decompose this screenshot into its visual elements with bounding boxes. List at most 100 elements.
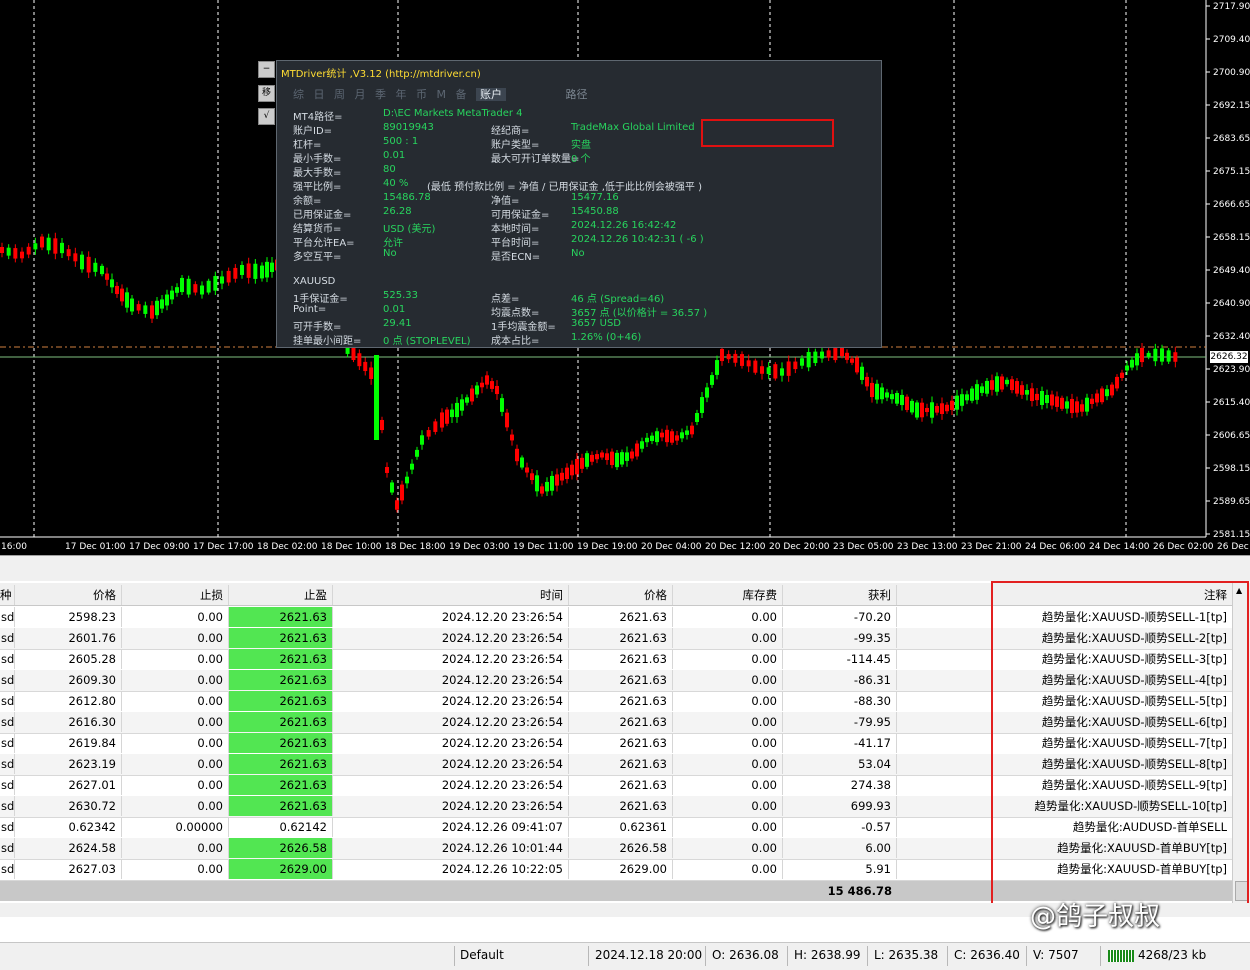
column-header[interactable]: 价格 bbox=[569, 585, 673, 605]
tab-year[interactable]: 年 bbox=[396, 88, 407, 101]
status-high: H: 2638.99 bbox=[794, 948, 861, 962]
candle-body bbox=[130, 298, 134, 312]
candle-body bbox=[490, 381, 494, 389]
table-cell: 2626.58 bbox=[229, 838, 333, 858]
table-cell: 2624.58 bbox=[15, 838, 122, 858]
info-v1-1: 89019943 bbox=[383, 122, 434, 133]
table-cell: 0.00 bbox=[673, 817, 783, 837]
tab-account[interactable]: 账户 bbox=[476, 88, 506, 101]
candle-body bbox=[374, 355, 379, 440]
candle-body bbox=[955, 395, 959, 410]
table-cell: sd bbox=[0, 733, 15, 753]
candle-body bbox=[40, 236, 44, 248]
time-tick-label: 17 Dec 01:00 bbox=[65, 542, 126, 552]
table-cell: sd bbox=[0, 775, 15, 795]
candle-body bbox=[433, 421, 438, 432]
candle-body bbox=[1055, 396, 1059, 407]
column-header[interactable]: 种 bbox=[0, 585, 15, 605]
candle-body bbox=[357, 353, 362, 367]
column-header[interactable]: 时间 bbox=[333, 585, 569, 605]
candle-body bbox=[1125, 365, 1129, 371]
candle-body bbox=[515, 448, 519, 462]
table-cell: sd bbox=[0, 859, 15, 879]
info-v1-16: 0 点 (STOPLEVEL) bbox=[383, 336, 471, 347]
candle-body bbox=[260, 265, 264, 279]
column-header[interactable]: 止损 bbox=[122, 585, 229, 605]
column-header[interactable]: 获利 bbox=[783, 585, 897, 605]
check-button[interactable]: √ bbox=[258, 108, 275, 125]
info-l1-10: 多空互平= bbox=[293, 252, 342, 263]
tab-quarter[interactable]: 季 bbox=[375, 88, 386, 101]
info-l1-7: 已用保证金= bbox=[293, 210, 352, 221]
table-cell: -88.30 bbox=[783, 691, 897, 711]
candle-body bbox=[450, 409, 454, 418]
table-cell: 2024.12.20 23:26:54 bbox=[333, 649, 569, 669]
tab-overview[interactable]: 综 bbox=[293, 88, 304, 101]
tab-path[interactable]: 路径 bbox=[566, 88, 588, 101]
tab-m[interactable]: M bbox=[437, 88, 447, 101]
column-header[interactable]: 价格 bbox=[15, 585, 122, 605]
info-l1-9: 平台允许EA= bbox=[293, 238, 355, 249]
candle-body bbox=[746, 360, 751, 367]
table-cell: 0.00000 bbox=[122, 817, 229, 837]
tab-month[interactable]: 月 bbox=[355, 88, 366, 101]
candle-body bbox=[1035, 393, 1039, 401]
candle-body bbox=[880, 387, 884, 400]
info-v2-2: 实盘 bbox=[571, 140, 591, 151]
candle-body bbox=[150, 305, 154, 319]
table-cell: 0.62342 bbox=[15, 817, 122, 837]
candle-body bbox=[380, 419, 384, 431]
status-separator bbox=[1100, 946, 1101, 966]
table-cell: 2609.30 bbox=[15, 670, 122, 690]
panel-tabs: 综 日 周 月 季 年 币 M 备 账户 路径 bbox=[293, 86, 594, 102]
table-cell: 2024.12.20 23:26:54 bbox=[333, 775, 569, 795]
candle-body bbox=[610, 451, 614, 466]
table-cell: 0.00 bbox=[673, 754, 783, 774]
candle-body bbox=[1080, 404, 1084, 412]
table-cell: 2621.63 bbox=[229, 754, 333, 774]
info-v1-7: 26.28 bbox=[383, 206, 412, 217]
move-button[interactable]: 移 bbox=[258, 85, 275, 102]
table-cell: 0.00 bbox=[122, 670, 229, 690]
table-cell: 2616.30 bbox=[15, 712, 122, 732]
candle-body bbox=[0, 247, 4, 253]
column-header[interactable]: 库存费 bbox=[673, 585, 783, 605]
table-cell: 0.00 bbox=[122, 775, 229, 795]
candle-body bbox=[213, 276, 218, 291]
candle-body bbox=[870, 382, 874, 398]
info-l2-2: 账户类型= bbox=[491, 140, 540, 151]
info-l2-15: 1手均震金额= bbox=[491, 322, 556, 333]
column-header[interactable]: 止盈 bbox=[229, 585, 333, 605]
price-tick-label: 2666.65 bbox=[1213, 200, 1250, 210]
tab-week[interactable]: 周 bbox=[334, 88, 345, 101]
candle-body bbox=[20, 251, 24, 259]
candle-body bbox=[105, 273, 109, 280]
time-tick-label: 19 Dec 03:00 bbox=[449, 542, 510, 552]
price-tick-label: 2717.90 bbox=[1213, 2, 1250, 12]
info-l1-8: 结算货币= bbox=[293, 224, 342, 235]
broker-highlight-box bbox=[701, 119, 834, 147]
candle-body bbox=[120, 288, 124, 302]
candle-body bbox=[915, 402, 919, 418]
mtdriver-stats-panel: MTDriver统计 ,V3.12 (http://mtdriver.cn) 综… bbox=[276, 60, 882, 348]
candle-body bbox=[1153, 348, 1158, 362]
price-tick-label: 2598.15 bbox=[1213, 464, 1250, 474]
table-cell: 0.00 bbox=[673, 775, 783, 795]
info-v2-3: 0 个 bbox=[571, 154, 591, 165]
info-l2-14: 均震点数= bbox=[491, 308, 540, 319]
table-cell: -86.31 bbox=[783, 670, 897, 690]
tab-currency[interactable]: 币 bbox=[416, 88, 427, 101]
tab-day[interactable]: 日 bbox=[314, 88, 325, 101]
candle-body bbox=[500, 398, 504, 412]
tab-notes[interactable]: 备 bbox=[456, 88, 467, 101]
minimize-button[interactable]: − bbox=[258, 61, 275, 78]
panel-splitter[interactable] bbox=[0, 555, 1250, 581]
info-l1-5: 强平比例= bbox=[293, 182, 342, 193]
candle-body bbox=[226, 270, 231, 283]
candle-body bbox=[495, 385, 499, 395]
candle-body bbox=[1173, 352, 1178, 362]
candle-body bbox=[233, 267, 238, 279]
time-tick-label: 17 Dec 09:00 bbox=[129, 542, 190, 552]
table-cell: 2621.63 bbox=[229, 712, 333, 732]
candle-body bbox=[985, 380, 989, 394]
